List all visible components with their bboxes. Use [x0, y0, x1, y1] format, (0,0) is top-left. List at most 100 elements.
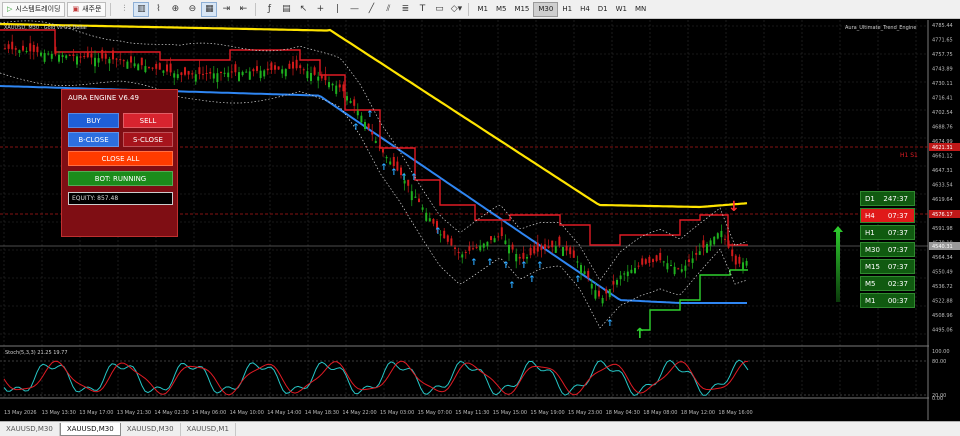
- timeframe-mn[interactable]: MN: [631, 2, 650, 17]
- candle-body: [72, 54, 75, 57]
- time-tick-label: 15 May 23:00: [568, 410, 602, 416]
- tf-trend-timer: 247:37: [883, 194, 908, 203]
- candle-body: [608, 289, 611, 298]
- auto-trading-button[interactable]: ▷ 시스템트레이딩: [2, 1, 66, 17]
- candle-body: [562, 247, 564, 256]
- candle-body: [184, 67, 186, 75]
- stoch-signal-line: [3, 360, 749, 396]
- chart-line-icon[interactable]: ⌇: [150, 2, 166, 17]
- candle-body: [54, 46, 57, 55]
- candle-body: [695, 252, 698, 255]
- chart-tab[interactable]: XAUUSD,M30: [59, 422, 121, 436]
- chart-tab[interactable]: XAUUSD,M30: [0, 422, 60, 436]
- candle-body: [101, 49, 104, 59]
- zoom-out-icon[interactable]: ⊖: [184, 2, 200, 17]
- shapes-icon[interactable]: ◇▾: [448, 2, 464, 17]
- price-tick-label: 4591.98: [932, 226, 953, 232]
- timeframe-h1[interactable]: H1: [558, 2, 576, 17]
- timeframe-m1[interactable]: M1: [473, 2, 492, 17]
- candle-body: [569, 247, 572, 255]
- timeframe-w1[interactable]: W1: [612, 2, 631, 17]
- autoscroll-icon[interactable]: ⇥: [218, 2, 234, 17]
- chart-tab[interactable]: XAUUSD,M1: [181, 422, 236, 436]
- buy-arrow-icon: ↑: [470, 258, 478, 268]
- candle-body: [162, 70, 165, 73]
- candle-body: [601, 298, 604, 304]
- time-tick-label: 18 May 12:00: [681, 410, 715, 416]
- candle-body: [504, 240, 507, 245]
- fibonacci-icon[interactable]: ≣: [397, 2, 413, 17]
- grid-icon[interactable]: ▦: [201, 1, 218, 17]
- time-tick-label: 15 May 07:00: [418, 410, 452, 416]
- chart-bars-icon[interactable]: ⫶: [116, 2, 132, 17]
- toolbar-separator: [468, 2, 470, 16]
- price-tick-label: 4550.49: [932, 270, 953, 276]
- tf-trend-m5: M5 02:37: [860, 276, 915, 291]
- candle-body: [220, 71, 222, 73]
- buy-arrow-icon: ↑: [606, 319, 614, 329]
- chart-window[interactable]: ↑ ↑ ↑ ↑ ↑ ↑ ↑ ↑ ↑ ↑ ↑ ↑ ↑ ↑ ↑ ↑ ↑ ↓ 4785.44 4771.65 4757.75…: [0, 20, 960, 420]
- templates-icon[interactable]: ▤: [278, 2, 294, 17]
- zoom-in-icon[interactable]: ⊕: [167, 2, 183, 17]
- buy-arrow-icon: ↑: [508, 281, 516, 291]
- timeframe-d1[interactable]: D1: [594, 2, 612, 17]
- candle-body: [497, 236, 500, 238]
- trendline-icon[interactable]: ╱: [363, 2, 379, 17]
- chart-tab[interactable]: XAUUSD,M30: [121, 422, 181, 436]
- vertical-line-icon[interactable]: |: [329, 2, 345, 17]
- horizontal-line-icon[interactable]: —: [346, 2, 362, 17]
- new-order-button[interactable]: ▣ 새주문: [67, 1, 107, 17]
- candle-body: [36, 46, 39, 53]
- candle-body: [731, 249, 734, 257]
- candle-body: [526, 257, 528, 259]
- candle-body: [270, 62, 273, 70]
- buy-arrow-icon: ↑: [574, 275, 582, 285]
- candle-body: [515, 254, 518, 262]
- chart-candles-icon[interactable]: ▥: [133, 1, 150, 17]
- candle-body: [14, 48, 17, 50]
- bot-status-button[interactable]: BOT: RUNNING: [68, 171, 173, 186]
- candle-body: [673, 266, 676, 275]
- time-tick-label: 14 May 02:30: [154, 410, 188, 416]
- candle-body: [86, 52, 89, 58]
- time-tick-label: 13 May 2026: [4, 410, 37, 416]
- timeframe-m15[interactable]: M15: [510, 2, 533, 17]
- candle-body: [68, 54, 71, 56]
- candle-body: [173, 73, 176, 78]
- sell-button[interactable]: SELL: [123, 113, 173, 128]
- candle-body: [598, 290, 600, 297]
- tf-trend-label: H1: [865, 228, 875, 237]
- candle-body: [551, 240, 554, 248]
- label-icon[interactable]: ▭: [431, 2, 447, 17]
- candle-body: [140, 57, 143, 66]
- buy-close-button[interactable]: B-CLOSE: [68, 132, 119, 147]
- tf-trend-label: H4: [865, 211, 875, 220]
- timeframe-m30[interactable]: M30: [533, 1, 559, 17]
- channel-icon[interactable]: ⫽: [380, 2, 396, 17]
- candle-body: [493, 238, 496, 243]
- time-tick-label: 13 May 21:30: [117, 410, 151, 416]
- stoch-level-label: 80.00: [932, 359, 946, 365]
- price-tick-label: 4647.31: [932, 168, 953, 174]
- candle-body: [324, 74, 327, 81]
- sell-close-button[interactable]: S-CLOSE: [123, 132, 173, 147]
- buy-arrow-icon: ↑: [486, 258, 494, 268]
- text-icon[interactable]: T: [414, 2, 430, 17]
- candle-body: [450, 238, 453, 246]
- close-all-button[interactable]: CLOSE ALL: [68, 151, 173, 166]
- stoch-main-line: [3, 359, 749, 396]
- crosshair-icon[interactable]: +: [312, 2, 328, 17]
- indicators-icon[interactable]: ƒ: [261, 2, 277, 17]
- candle-body: [148, 66, 150, 68]
- buy-button[interactable]: BUY: [68, 113, 119, 128]
- tf-trend-label: M5: [865, 279, 876, 288]
- timeframe-h4[interactable]: H4: [576, 2, 594, 17]
- price-tick-label: 4716.41: [932, 96, 953, 102]
- timeframe-m5[interactable]: M5: [492, 2, 511, 17]
- cursor-icon[interactable]: ↖: [295, 2, 311, 17]
- candle-body: [659, 252, 662, 261]
- price-tick-label: 4757.75: [932, 52, 953, 58]
- candle-body: [479, 245, 482, 251]
- chart-shift-icon[interactable]: ⇤: [235, 2, 251, 17]
- candle-body: [288, 63, 291, 69]
